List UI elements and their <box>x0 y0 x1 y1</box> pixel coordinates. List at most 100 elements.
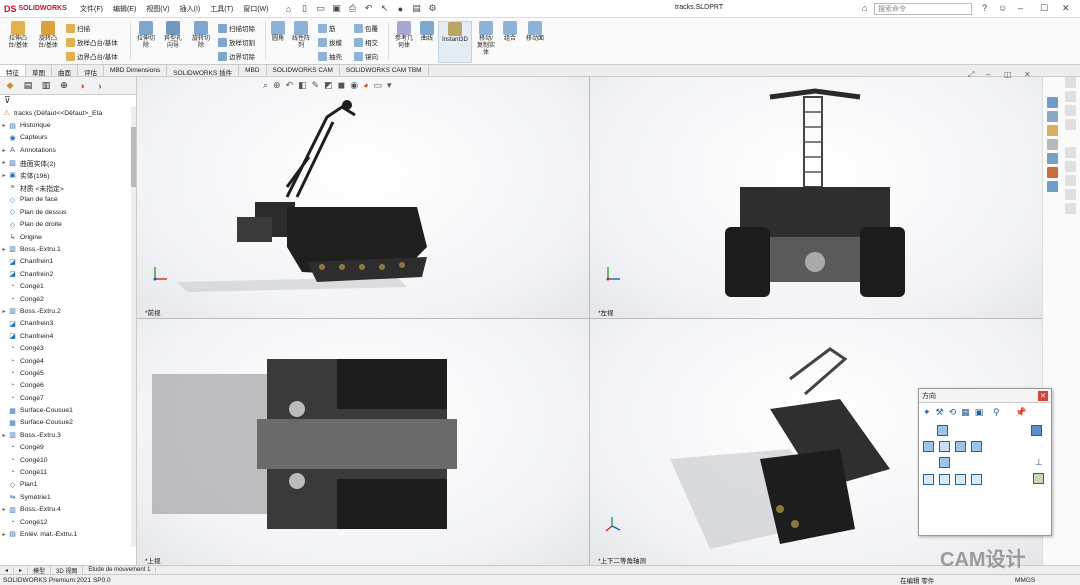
reset-standard-views-icon[interactable]: ⟲ <box>949 407 957 418</box>
hole-wizard-button[interactable]: 异型孔 向导 <box>160 21 186 50</box>
tab-solidworks-addins[interactable]: SOLIDWORKS 插件 <box>167 65 240 77</box>
scroll-left-icon[interactable]: ◂ <box>0 566 15 574</box>
apply-scene-icon[interactable]: ▭ <box>374 80 383 91</box>
zoom-to-fit-icon[interactable]: ⌕ <box>263 80 268 91</box>
sketch-trim-icon[interactable] <box>1065 175 1076 186</box>
design-library-icon[interactable] <box>1047 111 1058 122</box>
tree-item[interactable]: ▸ ▤ Enlév. mat.-Extru.1 <box>0 528 136 540</box>
expand-arrow-icon[interactable]: ▸ <box>0 147 8 154</box>
tree-item[interactable]: ◔ Congé1 <box>0 280 136 292</box>
tree-item[interactable]: ◔ Congé11 <box>0 466 136 478</box>
home-search-icon[interactable]: ⌂ <box>862 3 867 13</box>
sketch-spline-icon[interactable] <box>1065 161 1076 172</box>
back-view-cube-icon[interactable] <box>971 441 982 452</box>
revolve-boss-button[interactable]: 旋转凸 台/基体 <box>34 21 62 50</box>
rib-button[interactable]: 筋 <box>318 23 336 33</box>
expand-arrow-icon[interactable]: ▸ <box>0 308 8 315</box>
two-view-vertical-icon[interactable] <box>955 474 966 485</box>
view-selector-toggle-icon[interactable] <box>1033 473 1044 484</box>
boundary-cut-button[interactable]: 边界切除 <box>218 51 255 61</box>
tree-item[interactable]: ◪ Chanfrein2 <box>0 268 136 280</box>
menu-window[interactable]: 窗口(W) <box>243 4 268 14</box>
orientation-close-icon[interactable]: ✕ <box>1038 390 1048 401</box>
update-standard-views-icon[interactable]: ⚒ <box>936 407 944 418</box>
tree-item[interactable]: ▸ ▤ Historique <box>0 119 136 131</box>
sketch-dimension-icon[interactable] <box>1065 203 1076 214</box>
tree-item[interactable]: ◔ Congé5 <box>0 367 136 379</box>
maximize-icon[interactable]: ☐ <box>1040 3 1048 14</box>
extrude-boss-button[interactable]: 拉伸凸 台/基体 <box>4 21 32 50</box>
hide-show-items-icon[interactable]: ◉ <box>350 80 358 91</box>
tree-item[interactable]: ◇ Plan de droite <box>0 219 136 231</box>
tree-item[interactable]: ▦ Surface-Cousue1 <box>0 404 136 416</box>
unit-system[interactable]: MMGS <box>1015 577 1035 584</box>
rebuild-icon[interactable]: ● <box>394 3 406 15</box>
undo-icon[interactable]: ↶ <box>362 3 374 15</box>
expand-arrow-icon[interactable]: ▸ <box>0 531 8 538</box>
zoom-area-icon[interactable]: ⊕ <box>273 80 281 91</box>
file-explorer-icon[interactable] <box>1047 125 1058 136</box>
move-copy-body-button[interactable]: 移动/ 复制实 体 <box>474 21 498 57</box>
link-views-icon[interactable]: ▦ <box>961 407 970 418</box>
sketch-line-icon[interactable] <box>1065 91 1076 102</box>
graphics-area[interactable]: *前视 *左视 *上视 *上下二等角轴测 <box>137 77 1042 565</box>
expand-arrow-icon[interactable]: ▸ <box>0 506 8 513</box>
extrude-cut-button[interactable]: 拉伸切 除 <box>134 21 158 50</box>
close-icon[interactable]: ✕ <box>1062 3 1070 14</box>
menu-file[interactable]: 文件(F) <box>80 4 103 14</box>
tree-item[interactable]: ▸ ▨ 曲面实体(2) <box>0 157 136 169</box>
sketch-circle-icon[interactable] <box>1065 119 1076 130</box>
solidworks-logo[interactable]: DS SOLIDWORKS <box>0 4 70 14</box>
tree-item[interactable]: ▸ ▥ Boss.-Extru.3 <box>0 429 136 441</box>
scrollbar-thumb[interactable] <box>131 127 136 187</box>
options-gear-icon[interactable]: ⚙ <box>426 3 438 15</box>
view-orientation-icon[interactable]: ◩ <box>324 80 333 91</box>
tab-sketch[interactable]: 草图 <box>26 65 52 77</box>
draft-button[interactable]: 拔模 <box>318 37 342 47</box>
reference-geometry-button[interactable]: 参考几 何体 <box>392 21 416 50</box>
left-view-pane[interactable]: *左视 <box>590 77 1042 318</box>
account-icon[interactable]: ☺ <box>998 3 1007 13</box>
custom-properties-icon[interactable] <box>1047 167 1058 178</box>
dimxpert-tab-icon[interactable]: ⊕ <box>58 80 70 92</box>
revolve-cut-button[interactable]: 旋转切 除 <box>188 21 214 50</box>
view-selector-icon[interactable]: ⚲ <box>993 407 1000 418</box>
tab-mbd-dimensions[interactable]: MBD Dimensions <box>104 65 168 76</box>
edit-appearance-icon[interactable]: ◕ <box>363 80 368 91</box>
filter-icon[interactable]: ⊽ <box>0 95 136 107</box>
tab-motion-study[interactable]: Etude de mouvement 1 <box>83 567 157 573</box>
bottom-view-cube-icon[interactable] <box>939 457 950 468</box>
minimize-icon[interactable]: – <box>1018 3 1023 13</box>
two-view-horizontal-icon[interactable] <box>939 474 950 485</box>
tree-item[interactable]: ▦ Surface-Cousue2 <box>0 417 136 429</box>
new-view-icon[interactable]: ✦ <box>923 407 931 418</box>
panel-scrollbar[interactable] <box>131 107 136 547</box>
top-view-cube-icon[interactable] <box>937 425 948 436</box>
tree-item[interactable]: ◔ Congé6 <box>0 380 136 392</box>
loft-button[interactable]: 放样凸台/基体 <box>66 37 118 47</box>
front-view-pane[interactable]: *前视 <box>137 77 589 318</box>
view-settings-icon[interactable]: ▾ <box>387 80 392 91</box>
top-view-pane[interactable]: *上视 <box>137 319 589 565</box>
previous-view-icon[interactable]: ↶ <box>286 80 294 91</box>
tree-item[interactable]: ▸ A Annotations <box>0 144 136 156</box>
menu-view[interactable]: 视图(V) <box>146 4 169 14</box>
configuration-manager-tab-icon[interactable]: ▥ <box>40 80 52 92</box>
viewport-horizontal-split[interactable] <box>137 318 1042 319</box>
viewport-tile-icon[interactable]: ◫ <box>1004 70 1012 79</box>
expand-arrow-icon[interactable]: ▸ <box>0 172 8 179</box>
view-palette-icon[interactable] <box>1047 139 1058 150</box>
pin-dialog-icon[interactable]: 📌 <box>1015 407 1026 418</box>
fillet-button[interactable]: 圆角 <box>268 21 288 43</box>
viewport-close-icon[interactable]: ✕ <box>1024 70 1031 79</box>
home-icon[interactable]: ⌂ <box>282 3 294 15</box>
sketch-arc-icon[interactable] <box>1065 147 1076 158</box>
expand-arrow-icon[interactable]: ▸ <box>0 432 8 439</box>
tree-item[interactable]: ⇋ Symétrie1 <box>0 491 136 503</box>
display-manager-tab-icon[interactable]: ◑ <box>76 80 88 92</box>
tree-item[interactable]: ◔ Congé10 <box>0 454 136 466</box>
expand-arrow-icon[interactable]: ▸ <box>0 159 8 166</box>
linear-pattern-button[interactable]: 线性阵 列 <box>290 21 312 50</box>
viewport-restore-icon[interactable]: ⤢ <box>968 70 974 80</box>
mirror-button[interactable]: 镜向 <box>354 51 378 61</box>
